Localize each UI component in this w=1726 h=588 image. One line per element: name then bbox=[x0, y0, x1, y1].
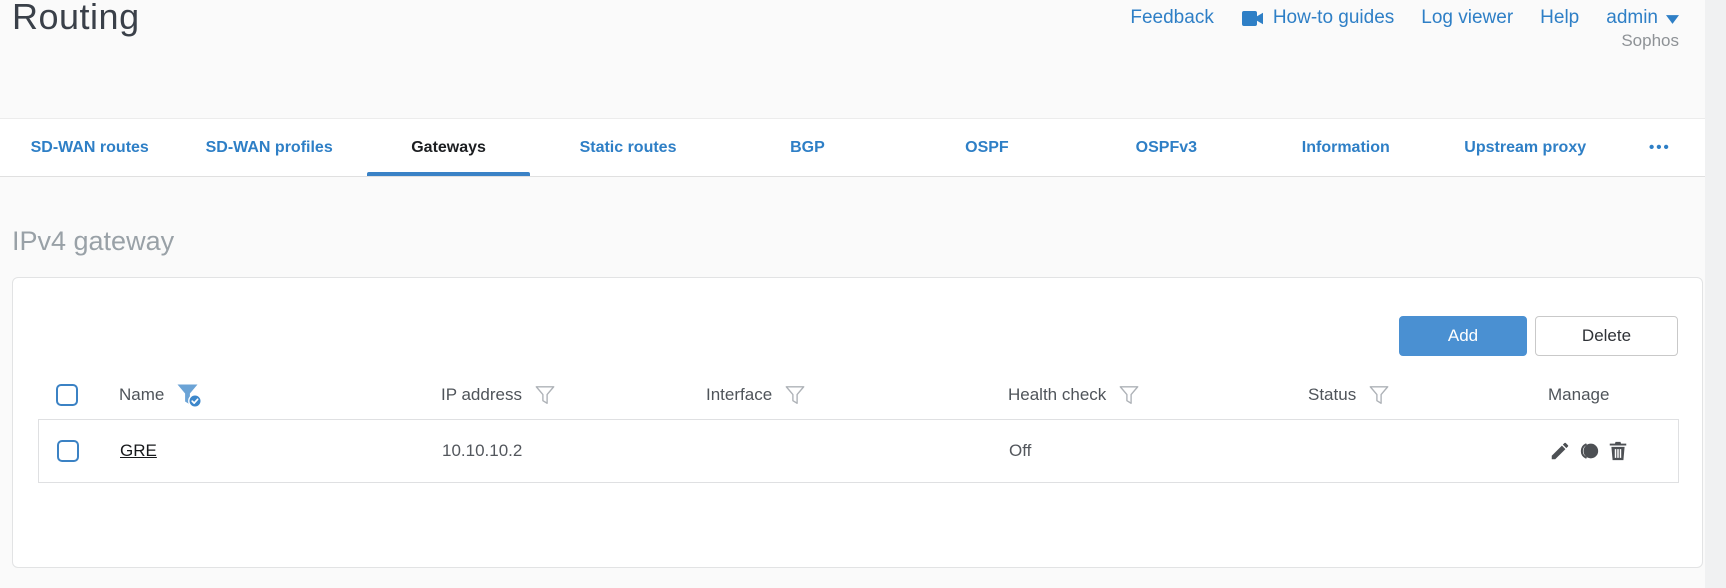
table-header: Name IP address Interface Health check S… bbox=[13, 371, 1702, 419]
column-manage-label: Manage bbox=[1548, 385, 1610, 404]
feedback-link[interactable]: Feedback bbox=[1130, 7, 1213, 29]
brand-label: Sophos bbox=[1621, 31, 1679, 50]
column-interface-label: Interface bbox=[706, 385, 773, 404]
column-interface: Interface bbox=[706, 384, 1008, 406]
delete-button[interactable]: Delete bbox=[1535, 316, 1678, 356]
row-checkbox[interactable] bbox=[57, 440, 79, 462]
tab-sd-wan-profiles[interactable]: SD-WAN profiles bbox=[179, 119, 358, 176]
ip-address-value: 10.10.10.2 bbox=[442, 441, 523, 460]
gateway-name-link[interactable]: GRE bbox=[120, 441, 157, 460]
feedback-link-label: Feedback bbox=[1130, 7, 1214, 28]
page-title: Routing bbox=[12, 0, 140, 37]
section-title: IPv4 gateway bbox=[12, 226, 175, 256]
table-body: GRE 10.10.10.2 Off bbox=[38, 419, 1679, 483]
filter-icon[interactable] bbox=[1118, 384, 1140, 406]
how-to-guides-link[interactable]: How-to guides bbox=[1241, 7, 1394, 29]
help-label: Help bbox=[1540, 7, 1580, 28]
column-status-label: Status bbox=[1308, 385, 1357, 404]
edit-icon[interactable] bbox=[1549, 440, 1571, 462]
column-manage: Manage bbox=[1548, 385, 1702, 405]
filter-active-icon[interactable] bbox=[176, 383, 203, 408]
tab-sd-wan-routes[interactable]: SD-WAN routes bbox=[0, 119, 179, 176]
log-viewer-label: Log viewer bbox=[1421, 7, 1514, 28]
cell-name: GRE bbox=[120, 441, 442, 461]
column-health-check: Health check bbox=[1008, 384, 1308, 406]
cell-health-check: Off bbox=[1009, 441, 1309, 461]
column-ip-label: IP address bbox=[441, 385, 522, 404]
caret-down-icon bbox=[1666, 15, 1679, 24]
help-link[interactable]: Help bbox=[1540, 7, 1579, 29]
tab-information[interactable]: Information bbox=[1256, 119, 1435, 176]
delete-icon[interactable] bbox=[1607, 440, 1629, 462]
cell-status bbox=[1309, 442, 1549, 460]
ipv4-gateway-card: Add Delete Name IP address Interface Hea… bbox=[12, 277, 1703, 568]
toolbar: Add Delete bbox=[1399, 316, 1678, 356]
admin-menu[interactable]: admin bbox=[1606, 7, 1679, 29]
more-tabs-button[interactable]: ••• bbox=[1615, 119, 1705, 176]
column-ip-address: IP address bbox=[441, 384, 706, 406]
log-viewer-link[interactable]: Log viewer bbox=[1421, 7, 1513, 29]
health-check-value: Off bbox=[1009, 441, 1032, 460]
column-name-label: Name bbox=[119, 385, 165, 404]
tab-ospf[interactable]: OSPF bbox=[897, 119, 1076, 176]
tab-bar: SD-WAN routes SD-WAN profiles Gateways S… bbox=[0, 118, 1705, 177]
video-camera-icon bbox=[1241, 10, 1263, 26]
page: Routing Feedback How-to guides Log viewe… bbox=[0, 0, 1705, 588]
column-health-label: Health check bbox=[1008, 385, 1107, 404]
column-status: Status bbox=[1308, 384, 1548, 406]
filter-icon[interactable] bbox=[784, 384, 806, 406]
tab-bgp[interactable]: BGP bbox=[718, 119, 897, 176]
how-to-guides-label: How-to guides bbox=[1272, 7, 1395, 28]
select-all-checkbox[interactable] bbox=[56, 384, 78, 406]
table-row: GRE 10.10.10.2 Off bbox=[39, 420, 1678, 482]
cell-manage bbox=[1549, 440, 1678, 462]
tab-upstream-proxy[interactable]: Upstream proxy bbox=[1436, 119, 1615, 176]
add-button[interactable]: Add bbox=[1399, 316, 1527, 356]
tab-gateways[interactable]: Gateways bbox=[359, 119, 538, 176]
row-checkbox-cell bbox=[39, 440, 120, 462]
header-checkbox-cell bbox=[38, 384, 119, 406]
deactivate-icon[interactable] bbox=[1578, 440, 1600, 462]
cell-ip-address: 10.10.10.2 bbox=[442, 441, 707, 461]
tab-static-routes[interactable]: Static routes bbox=[538, 119, 717, 176]
column-name: Name bbox=[119, 383, 441, 408]
top-links: Feedback How-to guides Log viewer Help a… bbox=[1130, 7, 1679, 29]
manage-actions bbox=[1549, 440, 1678, 462]
filter-icon[interactable] bbox=[1368, 384, 1390, 406]
admin-menu-label: admin bbox=[1606, 7, 1658, 28]
tab-ospfv3[interactable]: OSPFv3 bbox=[1077, 119, 1256, 176]
filter-icon[interactable] bbox=[534, 384, 556, 406]
